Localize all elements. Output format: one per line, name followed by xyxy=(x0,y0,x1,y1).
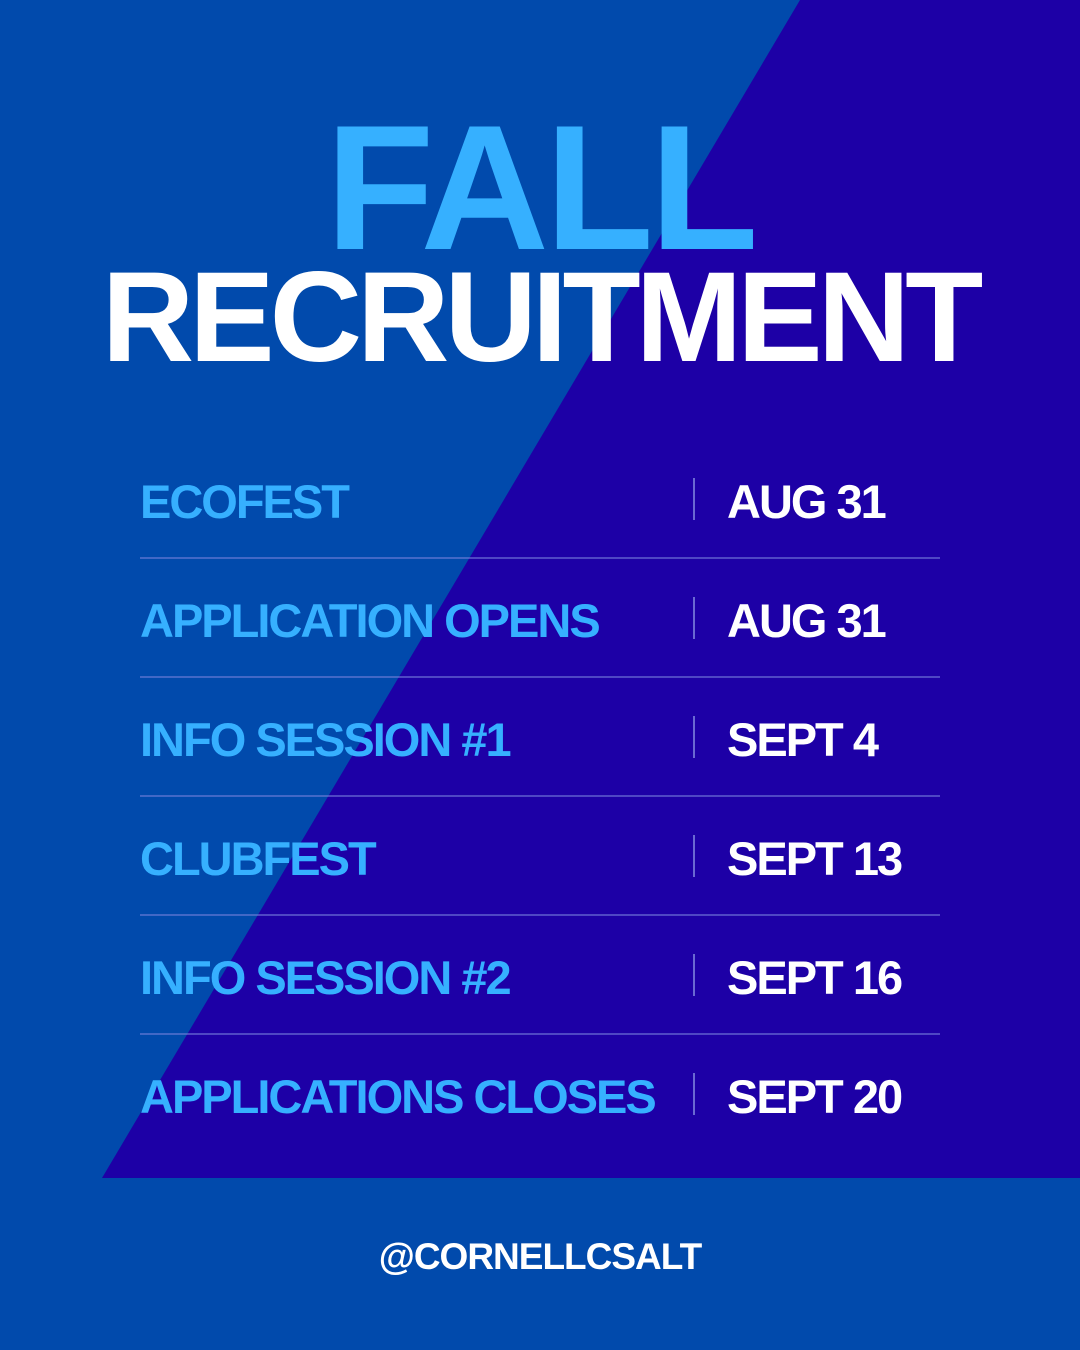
schedule-row: ECOFEST AUG 31 xyxy=(140,440,940,559)
title-recruitment: RECRUITMENT xyxy=(101,246,984,389)
event-date: SEPT 16 xyxy=(727,951,903,1004)
event-name: APPLICATIONS CLOSES xyxy=(140,1070,657,1123)
schedule-row: CLUBFEST SEPT 13 xyxy=(140,797,940,916)
row-divider xyxy=(693,954,695,996)
social-handle: @CORNELLCSALT xyxy=(378,1236,702,1277)
event-name: INFO SESSION #1 xyxy=(140,713,512,766)
row-divider xyxy=(693,1073,695,1115)
recruitment-poster: FALL RECRUITMENT ECOFEST AUG 31 APPLICAT… xyxy=(0,0,1080,1350)
row-divider xyxy=(693,478,695,520)
row-divider xyxy=(693,835,695,877)
schedule-row: APPLICATIONS CLOSES SEPT 20 xyxy=(140,1035,940,1154)
event-date: SEPT 13 xyxy=(727,832,903,885)
event-name: INFO SESSION #2 xyxy=(140,951,512,1004)
schedule-list: ECOFEST AUG 31 APPLICATION OPENS AUG 31 … xyxy=(140,440,940,1154)
row-divider xyxy=(693,597,695,639)
title-fall: FALL xyxy=(325,88,759,287)
event-date: SEPT 4 xyxy=(727,713,879,766)
event-name: APPLICATION OPENS xyxy=(140,594,601,647)
schedule-row: APPLICATION OPENS AUG 31 xyxy=(140,559,940,678)
schedule-row: INFO SESSION #2 SEPT 16 xyxy=(140,916,940,1035)
event-date: AUG 31 xyxy=(727,594,887,647)
row-divider xyxy=(693,716,695,758)
event-date: SEPT 20 xyxy=(727,1070,903,1123)
event-name: CLUBFEST xyxy=(140,832,377,885)
event-date: AUG 31 xyxy=(727,475,887,528)
schedule-row: INFO SESSION #1 SEPT 4 xyxy=(140,678,940,797)
event-name: ECOFEST xyxy=(140,475,350,528)
